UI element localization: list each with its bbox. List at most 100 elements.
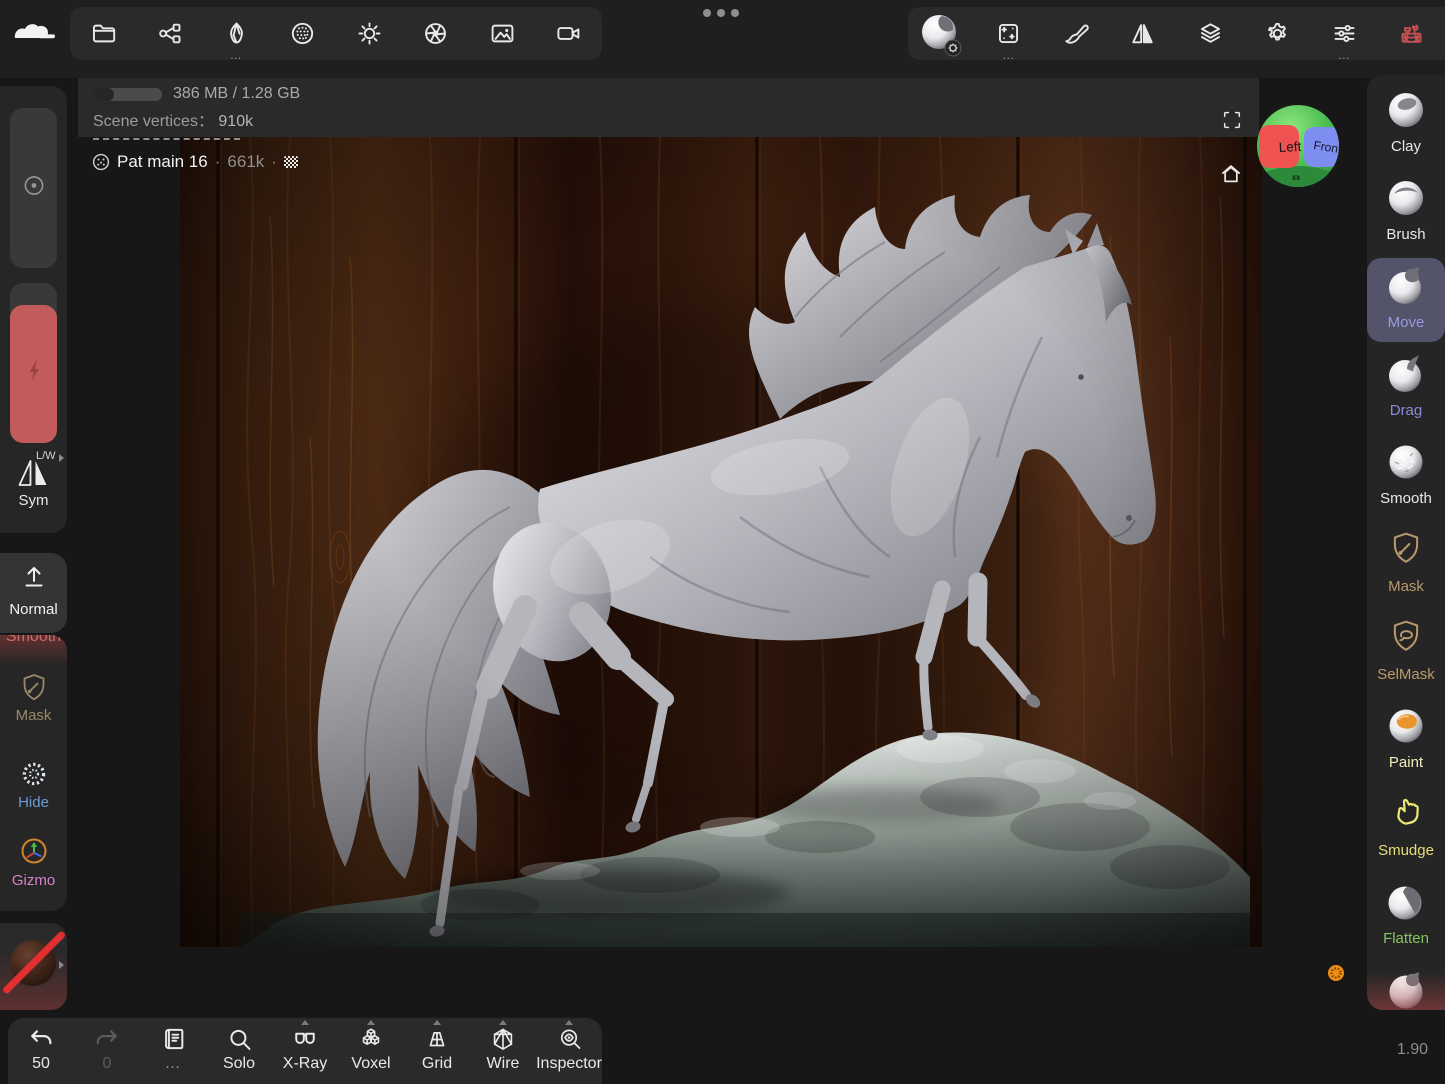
clay-sphere-icon: [1386, 90, 1426, 135]
options-caret-icon: [301, 1020, 309, 1025]
multitask-dots[interactable]: [703, 9, 739, 17]
dotted-sphere-icon[interactable]: [270, 7, 337, 60]
options-caret-icon: [499, 1020, 507, 1025]
memory-usage: 386 MB / 1.28 GB: [173, 85, 300, 103]
memory-progress-fill: [93, 88, 114, 101]
options-caret-icon: [367, 1020, 375, 1025]
cubes-icon: [338, 1025, 404, 1055]
material-slot-panel[interactable]: [0, 923, 67, 1010]
falloff-button[interactable]: Normal: [0, 553, 67, 633]
sym-button[interactable]: Sym: [0, 492, 67, 509]
navcube-left-label: Left: [1278, 139, 1302, 155]
app-version: 1.90: [1348, 1041, 1428, 1059]
undo-icon: [8, 1025, 74, 1055]
video-camera-icon[interactable]: [536, 7, 603, 60]
bottom-bar: 50 0 … Solo: [8, 1018, 602, 1084]
sliders-icon[interactable]: …: [1311, 7, 1378, 60]
tool-selmask[interactable]: SelMask: [1367, 618, 1445, 696]
tool-move-selected[interactable]: Move: [1367, 258, 1445, 342]
sun-icon[interactable]: [336, 7, 403, 60]
fullscreen-icon[interactable]: [1221, 109, 1243, 136]
tool-paint[interactable]: Paint: [1367, 706, 1445, 784]
checker-icon: [284, 156, 299, 169]
drag-sphere-icon: [1386, 354, 1426, 399]
more-dots: …: [1002, 50, 1015, 60]
falloff-label: Normal: [0, 601, 67, 618]
matcap-sphere-icon[interactable]: [908, 7, 975, 60]
flatten-sphere-icon: [1386, 882, 1426, 927]
more-dots: …: [1338, 50, 1351, 60]
voxel-button[interactable]: Voxel: [338, 1018, 404, 1084]
mirror-icon[interactable]: [1109, 7, 1176, 60]
paint-sphere-icon: [1386, 706, 1426, 751]
scrolled-tool-label[interactable]: Smooth: [0, 635, 67, 646]
grid-button[interactable]: Grid: [404, 1018, 470, 1084]
node-graph-icon[interactable]: [137, 7, 204, 60]
redo-count: 0: [74, 1055, 140, 1073]
aperture-icon[interactable]: [403, 7, 470, 60]
object-name: Pat main 16: [117, 152, 208, 172]
tool-panel: Clay Brush Move Drag: [1367, 75, 1445, 1010]
circle-dot-icon: [21, 173, 47, 204]
more-dots: …: [230, 50, 243, 60]
options-caret-icon: [433, 1020, 441, 1025]
top-bar: …: [0, 0, 1445, 78]
lightning-bolt-icon: [21, 357, 47, 388]
symmetry-icon: [16, 458, 50, 493]
navigation-sphere[interactable]: Left Front B: [1256, 104, 1340, 193]
inspector-button[interactable]: Inspector: [536, 1018, 602, 1084]
wireframe-hexagon-icon: [470, 1025, 536, 1055]
toolbox-icon[interactable]: [1378, 7, 1445, 60]
shield-brush-icon: [19, 672, 49, 702]
gizmo-tool-left[interactable]: Gizmo: [0, 835, 67, 889]
left-stroke-panel: L/W Sym: [0, 86, 67, 533]
primitive-gem-icon[interactable]: …: [203, 7, 270, 60]
tool-clay[interactable]: Clay: [1367, 90, 1445, 168]
perspective-grid-icon: [404, 1025, 470, 1055]
solo-button[interactable]: Solo: [206, 1018, 272, 1084]
validate-topology-button[interactable]: [1327, 964, 1345, 987]
gear-icon[interactable]: [1244, 7, 1311, 60]
app-logo-icon[interactable]: [12, 17, 58, 50]
hide-tool-left[interactable]: Hide: [0, 759, 67, 811]
redo-button[interactable]: 0: [74, 1018, 140, 1084]
image-icon[interactable]: [469, 7, 536, 60]
history-button[interactable]: …: [140, 1018, 206, 1084]
tool-flatten[interactable]: Flatten: [1367, 882, 1445, 960]
folder-icon[interactable]: [70, 7, 137, 60]
redo-icon: [74, 1025, 140, 1055]
gizmo-orb-icon: [18, 835, 50, 867]
mask-tool-left[interactable]: Mask: [0, 672, 67, 724]
tool-drag[interactable]: Drag: [1367, 354, 1445, 432]
arrow-up-icon: [19, 561, 49, 596]
history-more: …: [140, 1055, 206, 1073]
tool-mask[interactable]: Mask: [1367, 530, 1445, 608]
paintbrush-icon[interactable]: [1042, 7, 1109, 60]
sphere-icon: [1386, 970, 1426, 1010]
brush-sphere-icon: [1386, 178, 1426, 223]
undo-button[interactable]: 50: [8, 1018, 74, 1084]
xray-button[interactable]: X-Ray: [272, 1018, 338, 1084]
tool-brush[interactable]: Brush: [1367, 178, 1445, 256]
stamp-icon[interactable]: …: [975, 7, 1042, 60]
object-vertex-count: 661k: [227, 152, 264, 172]
expand-caret-icon: [59, 454, 64, 462]
layers-icon[interactable]: [1177, 7, 1244, 60]
wire-button[interactable]: Wire: [470, 1018, 536, 1084]
glasses-icon: [272, 1025, 338, 1055]
active-object-row[interactable]: Pat main 16 · 661k ·: [92, 152, 299, 172]
home-icon[interactable]: [1218, 161, 1244, 192]
tool-next-partial[interactable]: [1367, 970, 1445, 1010]
dotted-circle-icon: [19, 759, 49, 789]
magnifier-icon: [206, 1025, 272, 1055]
panel-resize-dashes[interactable]: [93, 138, 240, 140]
tool-smudge[interactable]: Smudge: [1367, 794, 1445, 872]
sculpt-viewport[interactable]: [180, 137, 1262, 947]
smudge-finger-icon: [1388, 794, 1424, 835]
smooth-sphere-icon: [1386, 442, 1426, 487]
intensity-slider[interactable]: [10, 283, 57, 443]
scene-vertices: Scene vertices： 910k: [93, 107, 253, 131]
radius-slider[interactable]: [10, 108, 57, 268]
toolbar-right: …: [908, 7, 1445, 60]
tool-smooth[interactable]: Smooth: [1367, 442, 1445, 520]
